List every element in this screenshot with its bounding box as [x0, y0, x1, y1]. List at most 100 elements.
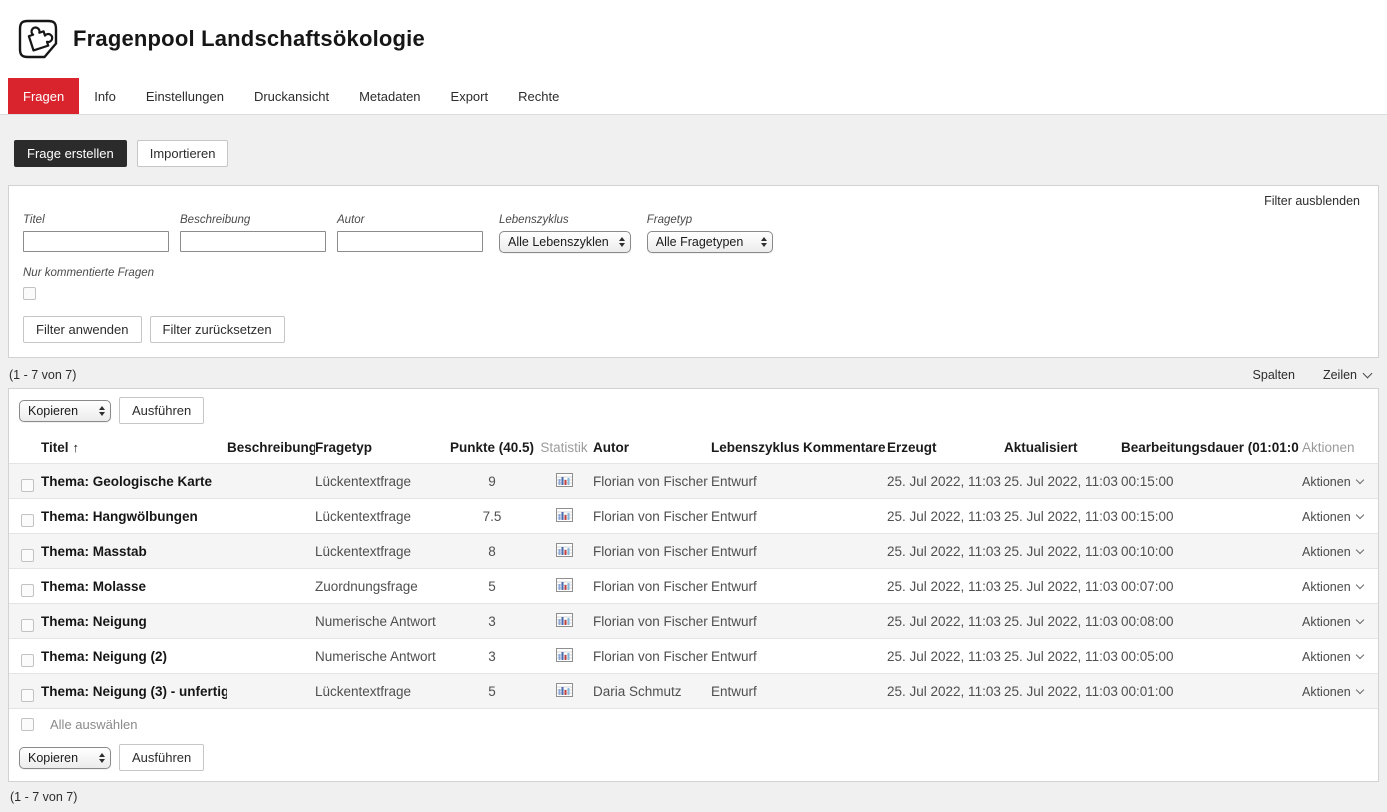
bulk-action-select[interactable]: Kopieren — [19, 400, 111, 422]
statistics-icon[interactable] — [556, 508, 573, 522]
execute-button[interactable]: Ausführen — [119, 744, 204, 771]
question-author: Florian von Fischer — [593, 474, 711, 489]
row-actions-dropdown[interactable]: Aktionen — [1302, 685, 1363, 699]
column-header-description[interactable]: Beschreibung — [227, 440, 315, 455]
hide-filter-link[interactable]: Filter ausblenden — [1264, 194, 1360, 208]
statistics-icon[interactable] — [556, 683, 573, 697]
question-lifecycle: Entwurf — [711, 684, 803, 699]
question-points: 8 — [449, 544, 535, 559]
statistics-icon[interactable] — [556, 543, 573, 557]
table-row: Thema: Neigung (3) - unfertig Lückentext… — [9, 673, 1378, 708]
question-author: Florian von Fischer — [593, 614, 711, 629]
row-checkbox[interactable] — [21, 549, 34, 562]
select-spinner-icon — [619, 237, 625, 247]
column-header-lifecycle[interactable]: Lebenszyklus — [711, 440, 803, 455]
create-question-button[interactable]: Frage erstellen — [14, 140, 127, 167]
row-actions-dropdown[interactable]: Aktionen — [1302, 615, 1363, 629]
select-spinner-icon — [761, 237, 767, 247]
question-points: 5 — [449, 579, 535, 594]
question-created: 25. Jul 2022, 11:03 — [887, 544, 1004, 559]
tab-bar: Fragen Info Einstellungen Druckansicht M… — [0, 78, 1387, 115]
column-header-title[interactable]: Titel↑ — [41, 440, 227, 455]
statistics-icon[interactable] — [556, 473, 573, 487]
statistics-icon[interactable] — [556, 648, 573, 662]
apply-filter-button[interactable]: Filter anwenden — [23, 316, 142, 343]
question-updated: 25. Jul 2022, 11:03 — [1004, 579, 1121, 594]
bulk-action-select[interactable]: Kopieren — [19, 747, 111, 769]
rows-toggle[interactable]: Zeilen — [1323, 368, 1371, 382]
select-all-checkbox[interactable] — [21, 718, 34, 731]
import-button[interactable]: Importieren — [137, 140, 229, 167]
question-created: 25. Jul 2022, 11:03 — [887, 509, 1004, 524]
description-filter-input[interactable] — [180, 231, 326, 252]
table-row: Thema: Molasse Zuordnungsfrage 5 Florian… — [9, 568, 1378, 603]
row-checkbox[interactable] — [21, 514, 34, 527]
question-duration: 00:05:00 — [1121, 649, 1299, 664]
row-checkbox[interactable] — [21, 479, 34, 492]
question-lifecycle: Entwurf — [711, 474, 803, 489]
tab-fragen[interactable]: Fragen — [8, 78, 79, 114]
tab-druckansicht[interactable]: Druckansicht — [239, 78, 344, 114]
question-updated: 25. Jul 2022, 11:03 — [1004, 614, 1121, 629]
column-header-author[interactable]: Autor — [593, 440, 711, 455]
tab-metadaten[interactable]: Metadaten — [344, 78, 435, 114]
question-title-link[interactable]: Thema: Molasse — [41, 579, 227, 594]
question-title-link[interactable]: Thema: Neigung — [41, 614, 227, 629]
commented-filter-checkbox[interactable] — [23, 287, 36, 300]
question-created: 25. Jul 2022, 11:03 — [887, 649, 1004, 664]
question-created: 25. Jul 2022, 11:03 — [887, 614, 1004, 629]
row-actions-dropdown[interactable]: Aktionen — [1302, 475, 1363, 489]
chevron-down-icon — [1355, 616, 1363, 624]
qtype-filter-select[interactable]: Alle Fragetypen — [647, 231, 773, 253]
question-title-link[interactable]: Thema: Neigung (2) — [41, 649, 227, 664]
tab-export[interactable]: Export — [436, 78, 504, 114]
question-title-link[interactable]: Thema: Geologische Karte — [41, 474, 227, 489]
question-type: Lückentextfrage — [315, 509, 449, 524]
question-duration: 00:08:00 — [1121, 614, 1299, 629]
title-filter-input[interactable] — [23, 231, 169, 252]
question-points: 9 — [449, 474, 535, 489]
statistics-icon[interactable] — [556, 578, 573, 592]
row-checkbox[interactable] — [21, 619, 34, 632]
row-checkbox[interactable] — [21, 584, 34, 597]
question-lifecycle: Entwurf — [711, 614, 803, 629]
tab-info[interactable]: Info — [79, 78, 131, 114]
commented-filter-label: Nur kommentierte Fragen — [23, 267, 1364, 279]
tab-rechte[interactable]: Rechte — [503, 78, 574, 114]
columns-toggle[interactable]: Spalten — [1253, 368, 1295, 382]
column-header-qtype[interactable]: Fragetyp — [315, 440, 449, 455]
question-type: Lückentextfrage — [315, 544, 449, 559]
column-header-statistics: Statistik — [535, 440, 593, 455]
table-range-row: (1 - 7 von 7) Spalten Zeilen — [0, 358, 1387, 388]
sort-ascending-icon: ↑ — [73, 440, 80, 455]
row-checkbox[interactable] — [21, 689, 34, 702]
row-checkbox[interactable] — [21, 654, 34, 667]
question-title-link[interactable]: Thema: Masstab — [41, 544, 227, 559]
column-header-created[interactable]: Erzeugt — [887, 440, 1004, 455]
question-author: Florian von Fischer — [593, 649, 711, 664]
lifecycle-filter-select[interactable]: Alle Lebenszyklen — [499, 231, 631, 253]
question-title-link[interactable]: Thema: Neigung (3) - unfertig — [41, 684, 227, 699]
execute-button[interactable]: Ausführen — [119, 397, 204, 424]
table-row: Thema: Hangwölbungen Lückentextfrage 7.5… — [9, 498, 1378, 533]
column-header-comments[interactable]: Kommentare — [803, 440, 887, 455]
question-pool-puzzle-icon — [16, 17, 60, 61]
row-actions-dropdown[interactable]: Aktionen — [1302, 650, 1363, 664]
question-points: 7.5 — [449, 509, 535, 524]
filter-panel: Filter ausblenden Titel Beschreibung Aut… — [8, 185, 1379, 358]
question-title-link[interactable]: Thema: Hangwölbungen — [41, 509, 227, 524]
column-header-updated[interactable]: Aktualisiert — [1004, 440, 1121, 455]
qtype-filter-value: Alle Fragetypen — [656, 235, 744, 249]
tab-einstellungen[interactable]: Einstellungen — [131, 78, 239, 114]
author-filter-input[interactable] — [337, 231, 483, 252]
statistics-icon[interactable] — [556, 613, 573, 627]
question-updated: 25. Jul 2022, 11:03 — [1004, 544, 1121, 559]
reset-filter-button[interactable]: Filter zurücksetzen — [150, 316, 285, 343]
commented-filter: Nur kommentierte Fragen — [23, 267, 1364, 300]
row-actions-dropdown[interactable]: Aktionen — [1302, 510, 1363, 524]
column-header-duration[interactable]: Bearbeitungsdauer (01:01:00) — [1121, 440, 1299, 455]
column-header-points[interactable]: Punkte (40.5) — [449, 440, 535, 455]
question-updated: 25. Jul 2022, 11:03 — [1004, 509, 1121, 524]
row-actions-dropdown[interactable]: Aktionen — [1302, 580, 1363, 594]
row-actions-dropdown[interactable]: Aktionen — [1302, 545, 1363, 559]
